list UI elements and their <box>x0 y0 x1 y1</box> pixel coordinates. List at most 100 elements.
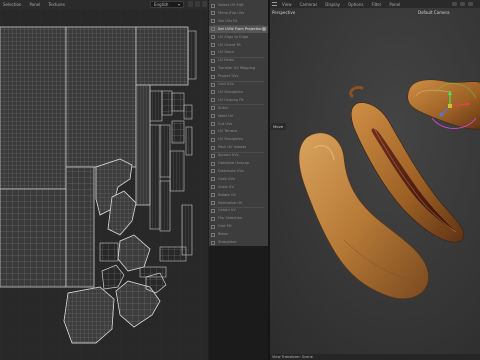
operator-item[interactable]: Normalize UV <box>209 200 268 207</box>
operator-label: Grab UVs <box>218 176 235 181</box>
operator-item[interactable]: UV Unwrap Fit <box>209 97 268 104</box>
operator-item[interactable]: Grab UVs <box>209 176 268 183</box>
operator-item[interactable]: UV Relax <box>209 57 268 64</box>
viewport-menu-cameras[interactable]: Cameras <box>300 2 318 7</box>
operator-item[interactable]: Set UVW From Projection <box>209 25 268 33</box>
operator-item[interactable]: UV Straighten <box>209 136 268 143</box>
operator-icon <box>211 177 215 182</box>
operator-item[interactable]: Optimize Unwrap <box>209 160 268 167</box>
operator-label: Set UVW From Projection <box>218 26 263 31</box>
viewport-status-bar: View Transform: Scene <box>270 354 480 360</box>
operator-item[interactable]: Unfold UV <box>209 207 268 214</box>
operator-item[interactable]: Weld UV <box>209 113 268 120</box>
operator-icon <box>211 50 215 55</box>
operators-panel-empty <box>209 246 268 360</box>
operator-label: Flip Selection <box>218 216 243 221</box>
operator-item[interactable]: Transfer UV Mapping <box>209 65 268 72</box>
operator-item[interactable]: Cut UVs <box>209 121 268 128</box>
operator-icon <box>211 232 215 237</box>
viewport-menu-panel[interactable]: Panel <box>389 2 400 7</box>
operator-icon <box>211 145 215 150</box>
operator-item[interactable]: Set UVs Fit <box>209 18 268 25</box>
operator-item[interactable]: Project UVs <box>209 73 268 80</box>
operator-label: Scale UV <box>218 184 234 189</box>
operator-item[interactable]: Distribute UVs <box>209 168 268 175</box>
settings-icon[interactable] <box>262 27 266 32</box>
viewport-menu-view[interactable]: View <box>282 2 292 7</box>
maximize-icon[interactable] <box>468 2 473 6</box>
grid-icon[interactable] <box>188 1 193 7</box>
operator-icon <box>211 90 215 95</box>
operator-item[interactable]: UV Stack <box>209 49 268 56</box>
operator-label: UV Straighten <box>218 89 244 94</box>
operator-icon <box>211 98 215 103</box>
operator-icon <box>211 114 215 119</box>
operator-item[interactable]: Select UV Edit <box>209 2 268 9</box>
operator-icon <box>211 106 215 111</box>
operator-label: UV Orient Fit <box>218 42 241 47</box>
viewport-camera-label[interactable]: Default Camera <box>418 10 450 15</box>
rotate-icon[interactable] <box>460 2 465 6</box>
operator-label: Grid Fill <box>218 224 232 229</box>
active-tool-label[interactable]: Move <box>271 123 286 130</box>
operator-label: Distribute UVs <box>218 168 244 173</box>
operator-icon <box>211 185 215 190</box>
operator-item[interactable]: Grid UVs <box>209 81 268 88</box>
viewport-menu-filter[interactable]: Filter <box>371 2 381 7</box>
uv-menu-panel[interactable]: Panel <box>29 2 40 7</box>
operator-item[interactable]: UV Straighten <box>209 89 268 96</box>
operator-icon <box>211 43 215 47</box>
operator-icon <box>211 35 215 40</box>
viewport-menubar: View Cameras Display Options Filter Pane… <box>270 0 480 8</box>
viewport-background <box>270 8 480 354</box>
operator-label: Cut UVs <box>218 121 233 126</box>
operator-item[interactable]: Mirror/Flip UVs <box>209 10 268 17</box>
operator-item[interactable]: Pack UV Islands <box>209 144 268 151</box>
operator-icon <box>211 153 215 158</box>
settings-icon[interactable] <box>202 1 207 7</box>
lock-icon[interactable] <box>195 1 200 7</box>
operator-item[interactable]: Stitch <box>209 105 268 112</box>
operator-item[interactable]: UV Align to Edge <box>209 34 268 41</box>
operator-label: Stitch <box>218 105 229 110</box>
operator-icon <box>211 74 215 79</box>
operator-label: UV Align to Edge <box>218 34 249 39</box>
operator-item[interactable]: Flip Selection <box>209 215 268 222</box>
operator-item[interactable]: Straighten <box>209 239 268 246</box>
operator-icon <box>211 201 215 205</box>
operator-label: Grid UVs <box>218 82 234 86</box>
chevron-down-icon[interactable]: ▾ <box>178 1 180 8</box>
operator-icon <box>211 240 215 245</box>
viewport-menu-options[interactable]: Options <box>348 2 363 7</box>
operator-label: Project UVs <box>218 74 239 79</box>
hamburger-icon[interactable] <box>272 2 277 6</box>
operator-label: Mirror/Flip UVs <box>218 10 245 15</box>
operator-icon <box>211 193 215 198</box>
operator-label: UV Relax <box>218 58 235 63</box>
operator-label: UV Straighten <box>218 137 244 142</box>
uv-layout[interactable] <box>0 9 208 360</box>
operator-icon <box>211 3 215 8</box>
viewport-menu-display[interactable]: Display <box>325 2 340 7</box>
operator-icon <box>211 137 215 142</box>
operator-item[interactable]: Relax <box>209 231 268 238</box>
operator-item[interactable]: Rotate UV <box>209 192 268 199</box>
operator-item[interactable]: Spread UVs <box>209 152 268 159</box>
uv-menu-textures[interactable]: Textures <box>48 2 65 7</box>
uv-menu-selection[interactable]: Selection <box>3 2 21 7</box>
operator-list: Select UV Edit Mirror/Flip UVs Set UVs Fit… <box>209 0 268 246</box>
operator-item[interactable]: Grid Fill <box>209 223 268 230</box>
operator-label: Unfold UV <box>218 208 236 213</box>
operator-label: UV Terrace <box>218 129 238 134</box>
operator-label: Rotate UV <box>218 192 236 197</box>
operator-label: Select UV Edit <box>218 3 244 7</box>
operator-item[interactable]: UV Orient Fit <box>209 42 268 49</box>
operator-icon <box>211 224 215 229</box>
move-icon[interactable] <box>452 2 457 6</box>
viewport-render[interactable] <box>270 8 480 354</box>
operator-item[interactable]: UV Terrace <box>209 128 268 135</box>
operator-icon <box>211 129 215 134</box>
operator-icon <box>211 58 215 63</box>
viewport-view-label[interactable]: Perspective <box>272 10 295 15</box>
operator-item[interactable]: Scale UV <box>209 184 268 191</box>
